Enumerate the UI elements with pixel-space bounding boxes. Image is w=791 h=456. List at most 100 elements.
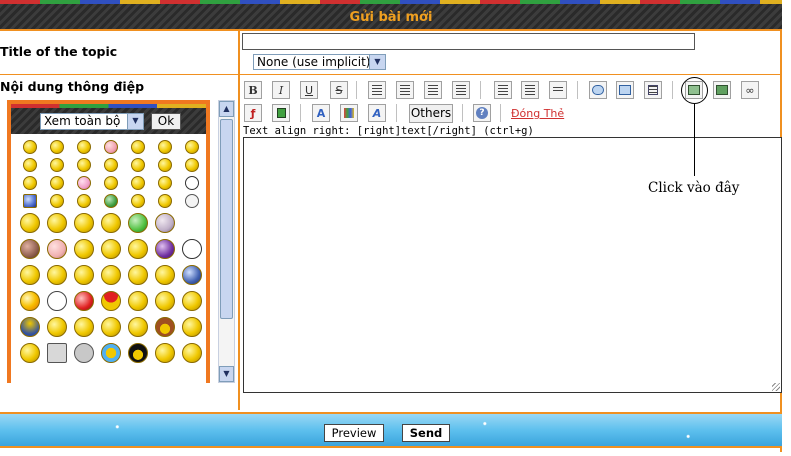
smiley-icon[interactable]	[178, 236, 205, 262]
smiley-icon[interactable]	[16, 156, 43, 174]
smiley-icon[interactable]	[97, 340, 124, 366]
smiley-icon[interactable]	[178, 210, 205, 236]
smiley-icon[interactable]	[70, 262, 97, 288]
smiley-icon[interactable]	[151, 210, 178, 236]
smiley-icon[interactable]	[70, 314, 97, 340]
underline-button[interactable]: U	[300, 81, 318, 99]
italic-button[interactable]: I	[272, 81, 290, 99]
horizontal-rule-button[interactable]	[549, 81, 567, 99]
smiley-icon[interactable]	[151, 262, 178, 288]
smiley-icon[interactable]	[16, 174, 43, 192]
smiley-icon[interactable]	[97, 314, 124, 340]
scroll-thumb[interactable]	[220, 119, 233, 319]
smiley-icon[interactable]	[97, 288, 124, 314]
quote-button[interactable]	[589, 81, 607, 99]
smiley-icon[interactable]	[178, 156, 205, 174]
smiley-icon[interactable]	[97, 192, 124, 210]
smiley-icon[interactable]	[70, 192, 97, 210]
bold-button[interactable]: B	[244, 81, 262, 99]
help-button[interactable]: ?	[473, 104, 491, 122]
smiley-icon[interactable]	[43, 192, 70, 210]
smiley-icon[interactable]	[43, 236, 70, 262]
smiley-icon[interactable]	[97, 156, 124, 174]
table-button[interactable]	[644, 81, 662, 99]
smiley-icon[interactable]	[151, 236, 178, 262]
smiley-icon[interactable]	[151, 288, 178, 314]
smiley-icon[interactable]	[97, 236, 124, 262]
smiley-icon[interactable]	[16, 340, 43, 366]
smiley-icon[interactable]	[124, 192, 151, 210]
smiley-icon[interactable]	[178, 288, 205, 314]
align-justify-button[interactable]	[452, 81, 470, 99]
smiley-icon[interactable]	[124, 156, 151, 174]
smiley-icon[interactable]	[178, 138, 205, 156]
topic-input[interactable]	[242, 33, 695, 50]
smiley-icon[interactable]	[16, 288, 43, 314]
smiley-icon[interactable]	[124, 262, 151, 288]
smiley-icon[interactable]	[97, 262, 124, 288]
smiley-icon[interactable]	[124, 138, 151, 156]
bullet-list-button[interactable]	[494, 81, 512, 99]
smiley-icon[interactable]	[151, 314, 178, 340]
smiley-icon[interactable]	[70, 156, 97, 174]
smiley-icon[interactable]	[124, 314, 151, 340]
font-face-button[interactable]: A	[368, 104, 386, 122]
smiley-icon[interactable]	[70, 138, 97, 156]
smiley-icon[interactable]	[43, 262, 70, 288]
preview-button[interactable]: Preview	[324, 424, 384, 442]
others-button[interactable]: Others	[409, 104, 453, 123]
smiley-icon[interactable]	[43, 314, 70, 340]
smiley-icon[interactable]	[151, 340, 178, 366]
smiley-icon[interactable]	[16, 262, 43, 288]
smiley-icon[interactable]	[178, 174, 205, 192]
smiley-icon[interactable]	[151, 138, 178, 156]
scroll-down-button[interactable]: ▼	[219, 366, 234, 382]
smiley-icon[interactable]	[151, 156, 178, 174]
smiley-icon[interactable]	[16, 236, 43, 262]
smiley-icon[interactable]	[97, 174, 124, 192]
smilies-view-select[interactable]: Xem toàn bộ ▼	[40, 113, 144, 130]
smiley-icon[interactable]	[178, 192, 205, 210]
smiley-icon[interactable]	[43, 340, 70, 366]
smiley-icon[interactable]	[43, 138, 70, 156]
insert-link-button[interactable]: ∞	[741, 81, 759, 99]
color-button[interactable]	[340, 104, 358, 122]
smiley-icon[interactable]	[70, 236, 97, 262]
smiley-icon[interactable]	[70, 210, 97, 236]
resize-grip-icon[interactable]	[772, 383, 780, 391]
video-button[interactable]	[272, 104, 290, 122]
smiley-icon[interactable]	[43, 210, 70, 236]
smiley-icon[interactable]	[43, 174, 70, 192]
smiley-icon[interactable]	[43, 156, 70, 174]
smiley-icon[interactable]	[124, 340, 151, 366]
smiley-icon[interactable]	[124, 210, 151, 236]
code-button[interactable]	[616, 81, 634, 99]
send-button[interactable]: Send	[402, 424, 450, 442]
smiley-icon[interactable]	[16, 210, 43, 236]
message-textarea[interactable]	[243, 137, 782, 393]
prefix-select[interactable]: None (use implicit) ▼	[253, 54, 386, 70]
smiley-icon[interactable]	[16, 138, 43, 156]
flash-button[interactable]: ƒ	[244, 104, 262, 122]
smiley-icon[interactable]	[16, 314, 43, 340]
smiley-icon[interactable]	[124, 288, 151, 314]
smiley-icon[interactable]	[16, 192, 43, 210]
smilies-ok-button[interactable]: Ok	[151, 113, 181, 130]
smiley-icon[interactable]	[70, 340, 97, 366]
smiley-icon[interactable]	[70, 288, 97, 314]
close-tags-link[interactable]: Đóng Thẻ	[511, 107, 564, 120]
smiley-icon[interactable]	[70, 174, 97, 192]
align-left-button[interactable]	[368, 81, 386, 99]
smiley-icon[interactable]	[97, 210, 124, 236]
smilies-scrollbar[interactable]: ▲ ▼	[218, 100, 235, 383]
smiley-icon[interactable]	[151, 174, 178, 192]
scroll-up-button[interactable]: ▲	[219, 101, 234, 117]
smiley-icon[interactable]	[97, 138, 124, 156]
align-right-button[interactable]	[424, 81, 442, 99]
smiley-icon[interactable]	[124, 236, 151, 262]
smiley-icon[interactable]	[151, 192, 178, 210]
smiley-icon[interactable]	[178, 262, 205, 288]
smiley-icon[interactable]	[178, 340, 205, 366]
align-center-button[interactable]	[396, 81, 414, 99]
smiley-icon[interactable]	[124, 174, 151, 192]
